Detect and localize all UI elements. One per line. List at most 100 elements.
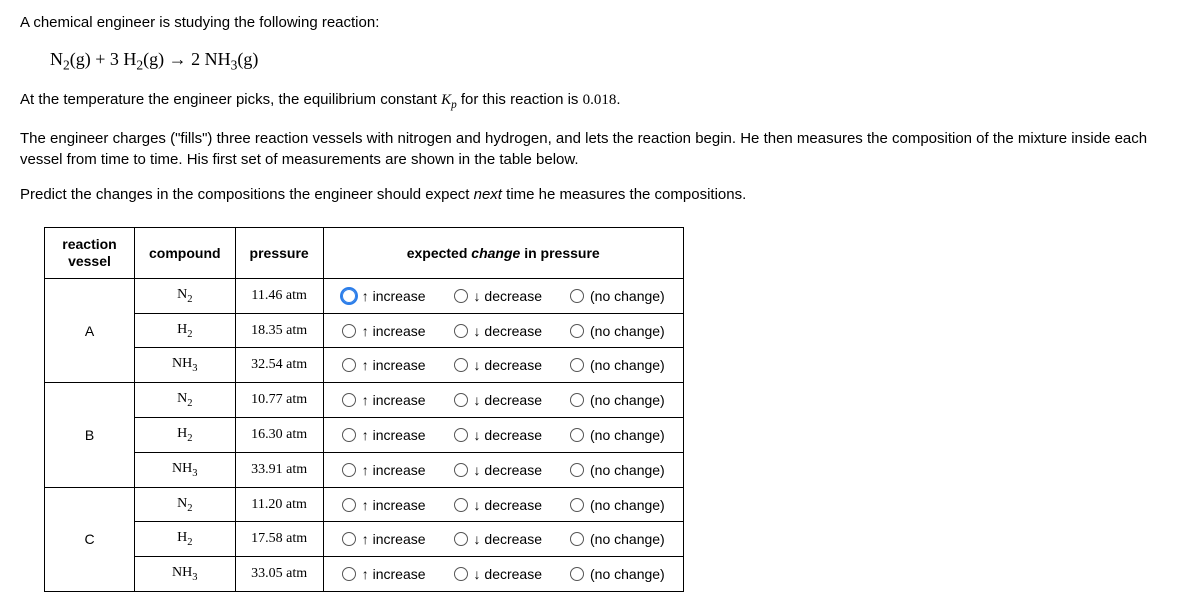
expected-change-cell: ↑ increase ↓ decrease (no change) — [323, 452, 683, 487]
radio-icon[interactable] — [454, 289, 468, 303]
radio-icon[interactable] — [454, 567, 468, 581]
kp-symbol: Kp — [441, 92, 457, 108]
table-row: CN211.20 atm↑ increase↓ decrease(no chan… — [45, 487, 684, 522]
option-increase[interactable]: ↑ increase — [342, 497, 426, 513]
radio-icon[interactable] — [342, 532, 356, 546]
vessel-label: A — [45, 278, 135, 382]
option-no-change[interactable]: (no change) — [570, 497, 665, 513]
radio-icon[interactable] — [342, 428, 356, 442]
expected-change-cell: ↑ increase ↓ decrease (no change) — [323, 418, 683, 453]
hdr-compound: compound — [135, 228, 236, 279]
option-label: ↑ increase — [362, 392, 426, 408]
option-decrease[interactable]: ↓ decrease — [454, 357, 542, 373]
radio-icon[interactable] — [342, 324, 356, 338]
option-no-change[interactable]: (no change) — [570, 288, 665, 304]
radio-icon[interactable] — [454, 358, 468, 372]
compound-cell: NH3 — [135, 452, 236, 487]
pressure-cell: 10.77 atm — [235, 383, 323, 418]
radio-icon[interactable] — [454, 428, 468, 442]
option-decrease[interactable]: ↓ decrease — [454, 427, 542, 443]
option-increase[interactable]: ↑ increase — [342, 566, 426, 582]
radio-icon[interactable] — [570, 463, 584, 477]
radio-icon[interactable] — [342, 463, 356, 477]
option-label: ↓ decrease — [474, 566, 542, 582]
option-decrease[interactable]: ↓ decrease — [454, 462, 542, 478]
radio-icon[interactable] — [342, 393, 356, 407]
radio-icon[interactable] — [570, 498, 584, 512]
compound-cell: NH3 — [135, 348, 236, 383]
radio-icon[interactable] — [342, 358, 356, 372]
radio-icon[interactable] — [570, 428, 584, 442]
intro-line-3: The engineer charges ("fills") three rea… — [20, 128, 1180, 170]
option-decrease[interactable]: ↓ decrease — [454, 288, 542, 304]
table-row: H218.35 atm↑ increase↓ decrease(no chang… — [45, 313, 684, 348]
hdr-vessel: reactionvessel — [45, 228, 135, 279]
expected-change-cell: ↑ increase ↓ decrease (no change) — [323, 557, 683, 592]
vessel-label: B — [45, 383, 135, 487]
radio-icon[interactable] — [570, 324, 584, 338]
compound-cell: H2 — [135, 418, 236, 453]
option-no-change[interactable]: (no change) — [570, 566, 665, 582]
expected-change-cell: ↑ increase ↓ decrease (no change) — [323, 522, 683, 557]
radio-icon[interactable] — [570, 393, 584, 407]
option-decrease[interactable]: ↓ decrease — [454, 392, 542, 408]
option-decrease[interactable]: ↓ decrease — [454, 497, 542, 513]
option-increase[interactable]: ↑ increase — [342, 288, 426, 304]
option-increase[interactable]: ↑ increase — [342, 357, 426, 373]
option-label: ↑ increase — [362, 323, 426, 339]
option-no-change[interactable]: (no change) — [570, 357, 665, 373]
hdr-expected-change: expected change in pressure — [323, 228, 683, 279]
option-label: (no change) — [590, 497, 665, 513]
pressure-cell: 33.91 atm — [235, 452, 323, 487]
radio-icon[interactable] — [454, 393, 468, 407]
pressure-cell: 33.05 atm — [235, 557, 323, 592]
radio-icon[interactable] — [570, 358, 584, 372]
option-label: ↓ decrease — [474, 357, 542, 373]
radio-icon[interactable] — [570, 532, 584, 546]
radio-icon[interactable] — [454, 498, 468, 512]
option-increase[interactable]: ↑ increase — [342, 427, 426, 443]
option-increase[interactable]: ↑ increase — [342, 462, 426, 478]
option-decrease[interactable]: ↓ decrease — [454, 531, 542, 547]
radio-icon[interactable] — [342, 289, 356, 303]
expected-change-cell: ↑ increase ↓ decrease (no change) — [323, 487, 683, 522]
pressure-cell: 32.54 atm — [235, 348, 323, 383]
option-increase[interactable]: ↑ increase — [342, 323, 426, 339]
table-row: NH333.05 atm↑ increase↓ decrease(no chan… — [45, 557, 684, 592]
option-label: ↓ decrease — [474, 323, 542, 339]
option-no-change[interactable]: (no change) — [570, 462, 665, 478]
option-label: ↓ decrease — [474, 288, 542, 304]
radio-icon[interactable] — [570, 289, 584, 303]
radio-icon[interactable] — [342, 498, 356, 512]
table-row: H217.58 atm↑ increase↓ decrease(no chang… — [45, 522, 684, 557]
radio-icon[interactable] — [454, 532, 468, 546]
radio-icon[interactable] — [454, 463, 468, 477]
expected-change-cell: ↑ increase ↓ decrease (no change) — [323, 313, 683, 348]
intro-line-1: A chemical engineer is studying the foll… — [20, 12, 1180, 33]
option-label: ↑ increase — [362, 566, 426, 582]
intro-line-4: Predict the changes in the compositions … — [20, 184, 1180, 205]
option-label: ↓ decrease — [474, 462, 542, 478]
pressure-cell: 11.20 atm — [235, 487, 323, 522]
radio-icon[interactable] — [454, 324, 468, 338]
expected-change-cell: ↑ increase ↓ decrease (no change) — [323, 383, 683, 418]
option-no-change[interactable]: (no change) — [570, 392, 665, 408]
radio-icon[interactable] — [342, 567, 356, 581]
vessel-label: C — [45, 487, 135, 591]
radio-icon[interactable] — [570, 567, 584, 581]
pressure-cell: 11.46 atm — [235, 278, 323, 313]
option-decrease[interactable]: ↓ decrease — [454, 323, 542, 339]
option-decrease[interactable]: ↓ decrease — [454, 566, 542, 582]
compound-cell: N2 — [135, 383, 236, 418]
option-label: ↑ increase — [362, 357, 426, 373]
option-label: ↓ decrease — [474, 531, 542, 547]
intro-line-2: At the temperature the engineer picks, t… — [20, 89, 1180, 114]
option-no-change[interactable]: (no change) — [570, 531, 665, 547]
option-increase[interactable]: ↑ increase — [342, 531, 426, 547]
reaction-equation: N2(g) + 3 H2(g) → 2 NH3(g) — [50, 47, 1180, 75]
measurements-table: reactionvessel compound pressure expecte… — [44, 227, 684, 592]
option-label: ↑ increase — [362, 288, 426, 304]
option-no-change[interactable]: (no change) — [570, 323, 665, 339]
option-no-change[interactable]: (no change) — [570, 427, 665, 443]
option-increase[interactable]: ↑ increase — [342, 392, 426, 408]
